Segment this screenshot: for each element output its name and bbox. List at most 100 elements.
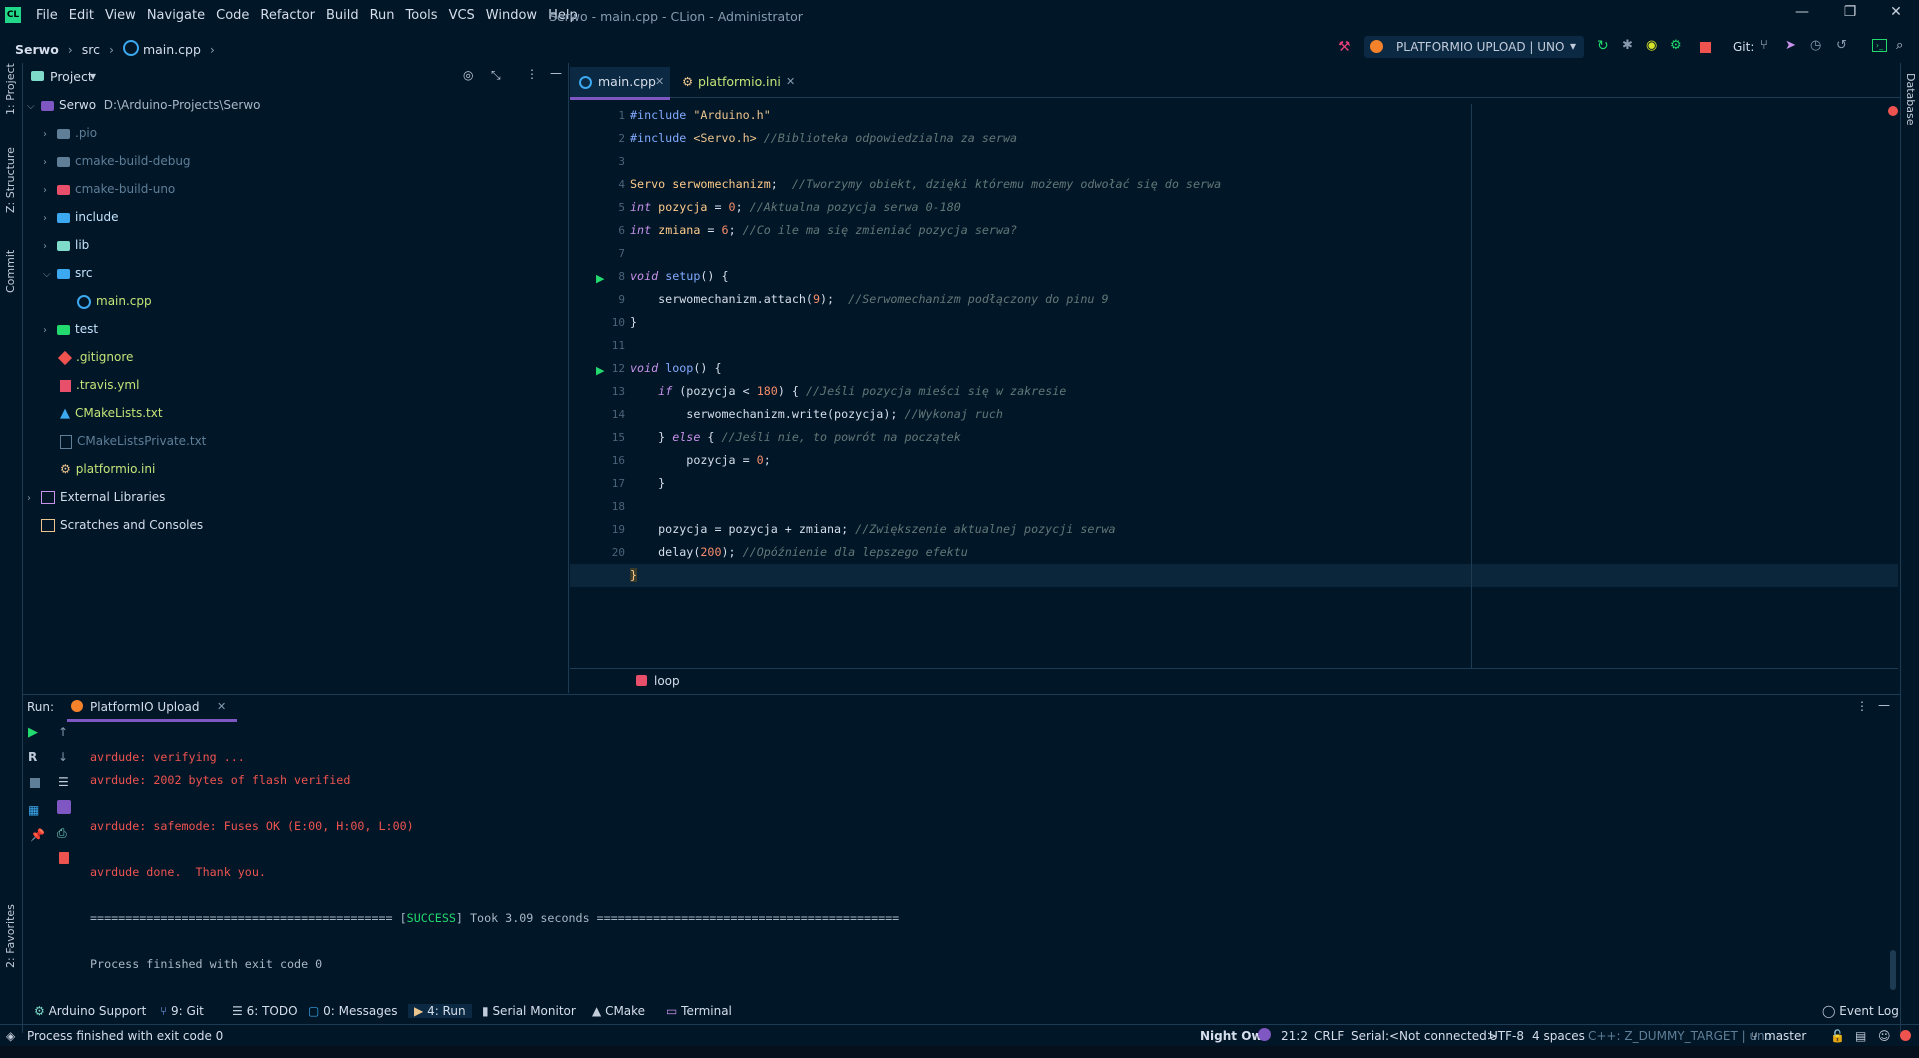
more-options-icon[interactable]: ⋮: [1856, 699, 1868, 713]
indent-setting[interactable]: 4 spaces: [1532, 1029, 1585, 1043]
tab-platformio-ini[interactable]: ⚙ platformio.ini ✕: [678, 67, 795, 97]
rerun-icon[interactable]: ▶: [28, 725, 38, 740]
scroll-to-end-icon[interactable]: [57, 800, 71, 814]
more-options-icon[interactable]: ⋮: [526, 67, 538, 81]
cursor-position[interactable]: 21:2: [1281, 1029, 1308, 1043]
menu-vcs[interactable]: VCS: [449, 8, 475, 23]
menu-run[interactable]: Run: [370, 8, 395, 23]
terminal-icon[interactable]: ›_: [1872, 39, 1887, 52]
database-tool-tab[interactable]: Database: [1904, 73, 1917, 126]
run-config-selector[interactable]: PLATFORMIO UPLOAD | UNO ▾: [1364, 36, 1584, 58]
status-message[interactable]: Process finished with exit code 0: [27, 1029, 223, 1043]
structure-tool-tab[interactable]: Z: Structure: [4, 147, 17, 213]
reload-icon[interactable]: ↻: [1597, 38, 1609, 54]
tab-main-cpp[interactable]: main.cpp ✕: [570, 67, 670, 100]
minimize-button[interactable]: —: [1782, 4, 1822, 28]
tree-item-scratches[interactable]: Scratches and Consoles: [41, 514, 203, 536]
file-encoding[interactable]: UTF-8: [1489, 1029, 1524, 1043]
code-editor[interactable]: #include "Arduino.h" #include <Servo.h> …: [630, 104, 1898, 664]
git-push-icon[interactable]: ➤: [1785, 38, 1796, 53]
error-count-badge[interactable]: [1900, 1030, 1911, 1041]
restore-button[interactable]: ❐: [1830, 4, 1870, 28]
tree-item-lib[interactable]: › lib: [43, 234, 89, 256]
pin-icon[interactable]: 📌: [30, 828, 45, 842]
run-coverage-icon[interactable]: ◉: [1646, 38, 1657, 53]
notifications-icon[interactable]: ☺: [1878, 1029, 1891, 1043]
scroll-up-icon[interactable]: ↑: [58, 725, 68, 739]
tool-arduino-support[interactable]: ⚙ Arduino Support: [34, 1004, 146, 1018]
git-branch[interactable]: master: [1764, 1029, 1806, 1043]
editor-breadcrumb[interactable]: loop: [570, 668, 1898, 693]
rollback-icon[interactable]: ↺: [1836, 38, 1847, 53]
tool-serial-monitor[interactable]: ▮ Serial Monitor: [482, 1004, 576, 1018]
history-icon[interactable]: ◷: [1810, 38, 1821, 53]
tree-item-travis[interactable]: .travis.yml: [60, 374, 139, 396]
build-hammer-icon[interactable]: ⚒: [1338, 39, 1351, 55]
tool-todo[interactable]: ☰ 6: TODO: [232, 1004, 298, 1018]
run-tab[interactable]: PlatformIO Upload ✕: [67, 695, 237, 722]
tool-messages[interactable]: ▢ 0: Messages: [308, 1004, 398, 1018]
menu-edit[interactable]: Edit: [69, 8, 94, 23]
run-console-output[interactable]: avrdude: verifying ... avrdude: 2002 byt…: [90, 740, 1880, 1000]
menu-window[interactable]: Window: [486, 8, 537, 23]
tool-event-log[interactable]: ◯ Event Log: [1822, 1004, 1899, 1018]
tool-git[interactable]: ⑂ 9: Git: [160, 1004, 204, 1018]
print-icon[interactable]: ⎙: [57, 826, 67, 841]
menu-refactor[interactable]: Refactor: [260, 8, 315, 23]
hide-panel-icon[interactable]: —: [550, 66, 562, 80]
hide-panel-icon[interactable]: —: [1878, 698, 1890, 712]
commit-tool-tab[interactable]: Commit: [4, 250, 17, 293]
tree-item-external-libraries[interactable]: › External Libraries: [27, 486, 165, 508]
trash-icon[interactable]: [59, 852, 69, 864]
theme-name[interactable]: Night Owl: [1200, 1029, 1267, 1043]
collapse-icon[interactable]: ⤡: [491, 68, 501, 83]
console-scrollbar[interactable]: [1890, 950, 1896, 990]
tree-item-cmakelists[interactable]: ▲ CMakeLists.txt: [60, 402, 163, 424]
menu-file[interactable]: File: [36, 8, 58, 23]
debug-icon[interactable]: ✱: [1622, 38, 1633, 53]
close-button[interactable]: ✕: [1876, 4, 1916, 28]
close-icon[interactable]: ✕: [655, 67, 664, 97]
lock-icon[interactable]: 🔓: [1830, 1029, 1845, 1043]
tool-terminal[interactable]: ▭ Terminal: [666, 1004, 732, 1018]
breadcrumb-file[interactable]: main.cpp: [143, 42, 201, 57]
line-separator[interactable]: CRLF: [1314, 1029, 1344, 1043]
run-gutter-icon[interactable]: ▶: [596, 364, 604, 377]
breadcrumb-project[interactable]: Serwo: [15, 42, 59, 57]
close-icon[interactable]: ✕: [786, 67, 795, 97]
menu-view[interactable]: View: [105, 8, 136, 23]
run-gutter-icon[interactable]: ▶: [596, 272, 604, 285]
menu-build[interactable]: Build: [326, 8, 359, 23]
profile-icon[interactable]: ⚙: [1670, 38, 1682, 53]
tree-root[interactable]: ⌵ Serwo D:\Arduino-Projects\Serwo: [27, 94, 261, 116]
favorites-tool-tab[interactable]: 2: Favorites: [4, 904, 17, 968]
layout-icon[interactable]: ▦: [28, 803, 39, 817]
tree-item-cmake-build-uno[interactable]: › cmake-build-uno: [43, 178, 175, 200]
tree-item-pio[interactable]: › .pio: [43, 122, 97, 144]
tool-cmake[interactable]: ▲ CMake: [592, 1004, 645, 1018]
resolve-context[interactable]: C++: Z_DUMMY_TARGET | uno: [1588, 1029, 1772, 1043]
chevron-down-icon[interactable]: ▾: [90, 69, 96, 83]
project-view-selector[interactable]: Project: [50, 69, 93, 84]
menu-navigate[interactable]: Navigate: [147, 8, 205, 23]
tree-item-main-cpp[interactable]: main.cpp: [77, 290, 152, 312]
tree-item-cmake-build-debug[interactable]: › cmake-build-debug: [43, 150, 191, 172]
serial-port-status[interactable]: Serial:<Not connected>: [1351, 1029, 1497, 1043]
restore-layout-icon[interactable]: R: [28, 750, 37, 764]
project-tool-tab[interactable]: 1: Project: [4, 63, 17, 115]
close-icon[interactable]: ✕: [217, 700, 226, 713]
tree-item-test[interactable]: › test: [43, 318, 98, 340]
tree-item-include[interactable]: › include: [43, 206, 118, 228]
target-icon[interactable]: ◎: [463, 68, 473, 82]
stop-icon[interactable]: [1700, 42, 1711, 53]
tree-item-gitignore[interactable]: .gitignore: [57, 346, 133, 368]
git-branch-icon[interactable]: ⑂: [1760, 38, 1768, 53]
menu-code[interactable]: Code: [216, 8, 249, 23]
scroll-down-icon[interactable]: ↓: [58, 750, 68, 764]
soft-wrap-icon[interactable]: ☰: [58, 775, 69, 789]
status-layout-icon[interactable]: ◈: [6, 1029, 15, 1043]
tool-run[interactable]: ▶ 4: Run: [408, 1004, 472, 1018]
breadcrumb-src[interactable]: src: [82, 42, 100, 57]
tree-item-platformio-ini[interactable]: ⚙ platformio.ini: [60, 458, 155, 480]
stop-icon[interactable]: [30, 778, 40, 788]
